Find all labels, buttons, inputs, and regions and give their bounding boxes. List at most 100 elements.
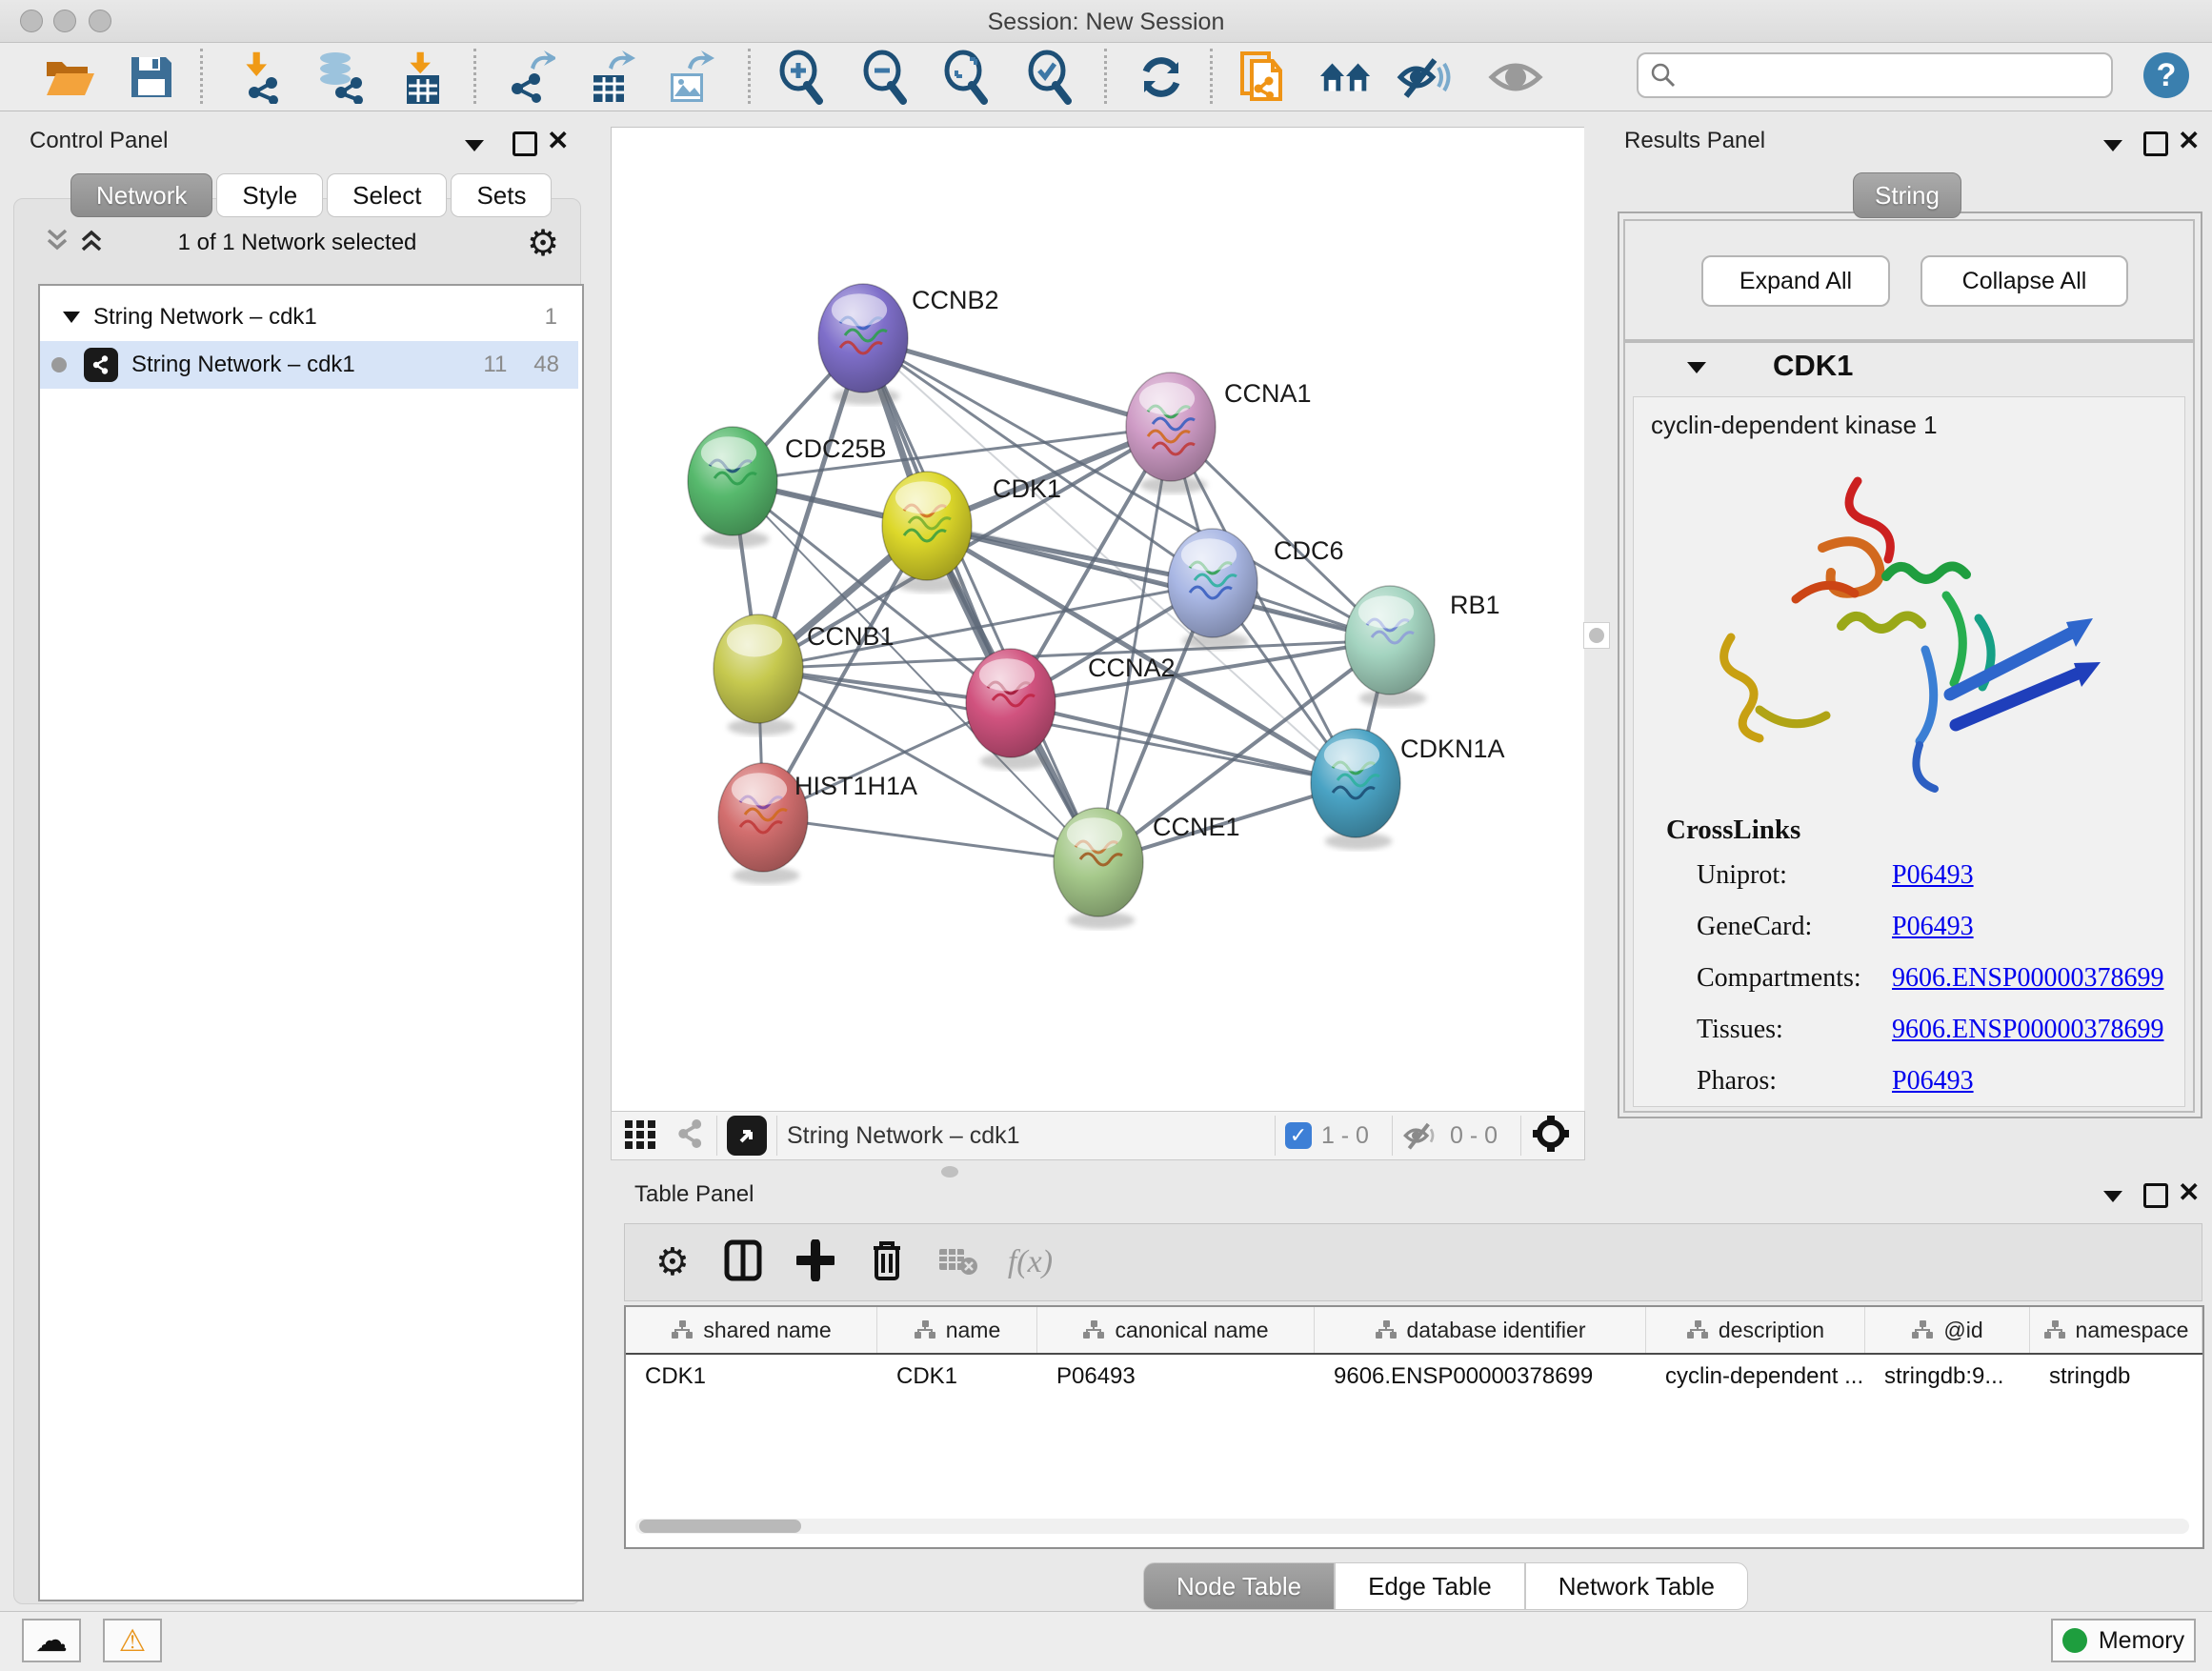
panel-splitter-handle[interactable] xyxy=(1583,622,1610,649)
column-header-namespace[interactable]: namespace xyxy=(2030,1307,2202,1353)
zoom-out-button[interactable] xyxy=(857,50,913,104)
results-panel-close-icon[interactable]: ✕ xyxy=(2178,131,2200,151)
zoom-fit-button[interactable] xyxy=(938,50,994,104)
search-input[interactable] xyxy=(1677,61,2090,90)
table-panel-close-icon[interactable]: ✕ xyxy=(2178,1183,2200,1202)
table-cell[interactable]: stringdb:9... xyxy=(1865,1355,2030,1399)
search-box[interactable] xyxy=(1637,52,2113,98)
table-cell[interactable]: stringdb xyxy=(2030,1355,2202,1399)
crosslink-link[interactable]: P06493 xyxy=(1892,912,1974,942)
delete-column-button[interactable] xyxy=(869,1238,905,1287)
control-panel-menu-icon[interactable] xyxy=(462,136,487,158)
table-cell[interactable]: CDK1 xyxy=(626,1355,877,1399)
table-cell[interactable]: 9606.ENSP00000378699 xyxy=(1315,1355,1646,1399)
table-cell[interactable]: cyclin-dependent ... xyxy=(1646,1355,1865,1399)
network-options-gear-icon[interactable]: ⚙ xyxy=(527,222,559,265)
node-table[interactable]: shared namenamecanonical namedatabase id… xyxy=(624,1305,2204,1549)
import-network-database-button[interactable] xyxy=(312,50,368,104)
open-session-button[interactable] xyxy=(42,50,97,104)
table-hscrollbar-thumb[interactable] xyxy=(639,1520,801,1533)
save-session-button[interactable] xyxy=(124,50,179,104)
tab-network[interactable]: Network xyxy=(70,173,212,217)
memory-button[interactable]: Memory xyxy=(2051,1619,2196,1662)
network-collection-row[interactable]: String Network – cdk1 1 xyxy=(40,293,578,341)
network-share-view-button[interactable] xyxy=(674,1117,707,1155)
zoom-selected-button[interactable] xyxy=(1022,50,1077,104)
column-header-shared-name[interactable]: shared name xyxy=(626,1307,877,1353)
zoom-in-button[interactable] xyxy=(774,50,829,104)
show-all-button[interactable] xyxy=(1488,50,1543,104)
column-header-canonical-name[interactable]: canonical name xyxy=(1037,1307,1315,1353)
tab-node-table[interactable]: Node Table xyxy=(1143,1562,1335,1610)
network-row-selected[interactable]: String Network – cdk1 11 48 xyxy=(40,341,578,389)
network-edge-CCNB2-CCNA1[interactable] xyxy=(863,338,1171,427)
table-cell[interactable]: P06493 xyxy=(1037,1355,1315,1399)
crosslink-link[interactable]: P06493 xyxy=(1892,860,1974,891)
select-columns-button[interactable] xyxy=(724,1239,762,1286)
table-row[interactable]: CDK1CDK1P064939606.ENSP00000378699cyclin… xyxy=(626,1355,2202,1399)
network-node-CDC6[interactable]: CDC6 xyxy=(1168,529,1344,650)
crosslink-label: Tissues: xyxy=(1697,1015,1892,1045)
refresh-icon xyxy=(1136,52,1186,102)
zoom-selected-icon xyxy=(1024,50,1076,105)
column-header-@id[interactable]: @id xyxy=(1865,1307,2030,1353)
expand-all-button[interactable]: Expand All xyxy=(1701,255,1890,307)
crosslink-link[interactable]: 9606.ENSP00000378699 xyxy=(1892,963,2163,994)
cloud-status-button[interactable]: ☁ xyxy=(22,1619,81,1662)
control-panel-float-icon[interactable] xyxy=(513,131,537,156)
column-header-description[interactable]: description xyxy=(1646,1307,1865,1353)
help-button[interactable]: ? xyxy=(2143,52,2189,98)
export-network-button[interactable] xyxy=(501,50,556,104)
hide-selected-button[interactable] xyxy=(1397,50,1452,104)
delete-table-button[interactable] xyxy=(937,1243,979,1282)
column-header-name[interactable]: name xyxy=(877,1307,1037,1353)
network-edge-HIST1H1A-CCNE1[interactable] xyxy=(763,817,1098,862)
warnings-button[interactable]: ⚠ xyxy=(103,1619,162,1662)
network-node-RB1[interactable]: RB1 xyxy=(1345,586,1500,707)
detach-view-button[interactable] xyxy=(727,1116,767,1156)
function-builder-button[interactable]: f(x) xyxy=(1008,1244,1053,1280)
grid-view-button[interactable] xyxy=(623,1117,657,1156)
table-cell[interactable]: CDK1 xyxy=(877,1355,1037,1399)
toolbar-separator xyxy=(1210,49,1213,104)
crosslink-link[interactable]: 9606.ENSP00000378699 xyxy=(1892,1015,2163,1045)
clone-network-button[interactable] xyxy=(1236,50,1291,104)
tab-style[interactable]: Style xyxy=(216,173,323,217)
crosslink-link[interactable]: P06493 xyxy=(1892,1066,1974,1097)
import-table-button[interactable] xyxy=(394,50,450,104)
network-node-CDK1[interactable]: CDK1 xyxy=(882,472,1061,593)
control-panel-close-icon[interactable]: ✕ xyxy=(547,131,569,151)
tab-select[interactable]: Select xyxy=(327,173,447,217)
table-panel-menu-icon[interactable] xyxy=(2101,1187,2125,1209)
tab-edge-table[interactable]: Edge Table xyxy=(1335,1562,1525,1610)
tab-network-table[interactable]: Network Table xyxy=(1525,1562,1748,1610)
results-panel-menu-icon[interactable] xyxy=(2101,136,2125,158)
tab-sets[interactable]: Sets xyxy=(451,173,552,217)
search-icon xyxy=(1650,62,1677,89)
horizontal-splitter-dot[interactable] xyxy=(941,1166,958,1178)
birdseye-view-button[interactable] xyxy=(1531,1114,1571,1158)
network-node-CDC25B[interactable]: CDC25B xyxy=(688,427,887,548)
tab-string[interactable]: String xyxy=(1853,172,1961,218)
network-node-CDKN1A[interactable]: CDKN1A xyxy=(1311,729,1505,850)
import-network-file-button[interactable] xyxy=(232,50,288,104)
results-panel-float-icon[interactable] xyxy=(2143,131,2168,156)
column-header-database-identifier[interactable]: database identifier xyxy=(1315,1307,1646,1353)
export-image-button[interactable] xyxy=(661,50,716,104)
table-panel-float-icon[interactable] xyxy=(2143,1183,2168,1208)
table-gear-icon[interactable]: ⚙ xyxy=(655,1240,690,1284)
refresh-view-button[interactable] xyxy=(1134,50,1189,104)
collection-expander-icon[interactable] xyxy=(61,310,82,325)
home-networks-button[interactable] xyxy=(1318,50,1374,104)
cloud-icon: ☁ xyxy=(35,1626,68,1655)
network-node-CCNB2[interactable]: CCNB2 xyxy=(818,284,999,405)
network-canvas[interactable]: CCNB2CCNA1CDC25BCDK1CDC6RB1CCNB1CCNA2CDK… xyxy=(611,127,1584,1113)
export-table-button[interactable] xyxy=(581,50,636,104)
collapse-all-button[interactable]: Collapse All xyxy=(1920,255,2128,307)
table-hscrollbar[interactable] xyxy=(635,1519,2189,1534)
network-edge-CCNB1-CDKN1A[interactable] xyxy=(758,669,1356,783)
add-column-button[interactable] xyxy=(796,1239,835,1286)
selected-checkbox-icon[interactable]: ✓ xyxy=(1285,1122,1312,1149)
network-edge-CCNA2-CDKN1A[interactable] xyxy=(1011,703,1356,783)
protein-card-expander-icon[interactable] xyxy=(1684,358,1709,380)
